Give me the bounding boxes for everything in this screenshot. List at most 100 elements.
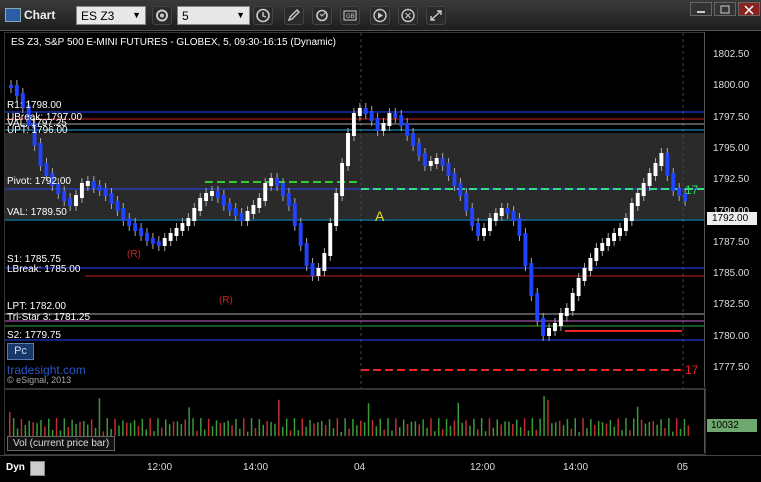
dyn-label[interactable]: Dyn — [6, 462, 25, 473]
candle-body — [588, 258, 593, 271]
pencil-draw-icon[interactable] — [284, 6, 304, 25]
volume-bar — [465, 420, 467, 436]
candle-body — [422, 153, 427, 166]
minimize-button[interactable] — [690, 2, 712, 16]
candle-body — [150, 238, 155, 244]
volume-bar — [223, 422, 225, 436]
pc-badge[interactable]: Pc — [7, 343, 34, 360]
volume-bar — [672, 431, 674, 436]
maximize-button[interactable] — [714, 2, 736, 16]
volume-bar — [118, 425, 120, 436]
volume-bar — [473, 418, 475, 436]
volume-bar — [24, 425, 27, 436]
window-title: Chart — [24, 8, 56, 22]
time-axis[interactable]: Dyn 12:00 14:00 04 12:00 14:00 05 — [0, 455, 761, 482]
volume-bar — [20, 419, 23, 436]
candle-body — [68, 198, 73, 206]
volume-pane[interactable]: Vol (current price bar) — [4, 389, 706, 455]
volume-bar — [231, 425, 233, 436]
volume-bar — [176, 421, 179, 436]
candle-body — [121, 208, 126, 221]
candle-body — [517, 218, 522, 236]
volume-bar — [215, 420, 218, 436]
close-button[interactable] — [738, 2, 760, 16]
volume-bar — [153, 431, 155, 436]
volume-bar — [129, 422, 132, 436]
volume-bar — [406, 423, 409, 436]
volume-bar — [157, 418, 159, 436]
candle-body — [452, 173, 457, 186]
data-window-icon[interactable]: GB — [340, 6, 360, 25]
volume-bar — [340, 431, 342, 436]
candle-body — [127, 218, 132, 226]
candle-body — [641, 183, 646, 196]
volume-bar — [586, 428, 588, 436]
volume-bar — [453, 420, 456, 436]
candle-body — [677, 188, 682, 196]
candle-body — [612, 233, 617, 241]
symbol-input[interactable]: ES Z3 ▼ — [76, 6, 146, 25]
volume-bar — [301, 418, 303, 436]
volume-bar — [274, 423, 276, 436]
interval-input[interactable]: 5 ▼ — [177, 6, 250, 25]
volume-bar — [141, 418, 144, 436]
candle-body — [38, 143, 43, 166]
candle-body — [292, 203, 297, 226]
lbreak-label: LBreak: 1785.00 — [7, 264, 81, 275]
volume-bar — [324, 424, 327, 436]
volume-bar — [644, 423, 647, 436]
volume-bar — [363, 422, 366, 436]
candle-body — [381, 123, 386, 131]
volume-bar — [543, 396, 545, 436]
candle-body — [103, 188, 108, 196]
volume-bar — [371, 420, 374, 436]
candle-body — [405, 123, 410, 136]
volume-bar — [539, 418, 541, 436]
close-circle-icon[interactable] — [398, 6, 418, 25]
clock-icon[interactable] — [253, 6, 273, 25]
volume-bar — [309, 419, 311, 436]
volume-bar — [496, 419, 498, 436]
pivot-label: Pivot: 1792.00 — [7, 176, 71, 187]
volume-bar — [469, 425, 471, 436]
volume-bar — [445, 418, 448, 436]
volume-bar — [192, 418, 194, 436]
candle-body — [369, 111, 374, 121]
volume-bar — [28, 420, 30, 436]
volume-bar — [9, 412, 11, 436]
volume-label: Vol (current price bar) — [7, 436, 116, 451]
volume-bar — [40, 419, 42, 436]
volume-bar — [477, 429, 479, 436]
candle-body — [281, 183, 285, 196]
volume-bar — [578, 431, 580, 436]
volume-bar — [660, 419, 662, 436]
volume-bar — [180, 424, 183, 436]
candle-body — [428, 161, 433, 166]
chevron-down-icon[interactable]: ▼ — [236, 10, 245, 20]
candle-body — [186, 218, 191, 226]
time-label: 12:00 — [147, 462, 173, 473]
volume-bar — [122, 420, 124, 436]
candle-body — [263, 183, 268, 201]
price-chart[interactable]: ES Z3, S&P 500 E-MINI FUTURES - GLOBEX, … — [4, 32, 706, 389]
settings-gear-icon[interactable] — [152, 6, 172, 25]
volume-bar — [55, 418, 58, 436]
chevron-down-icon[interactable]: ▼ — [132, 10, 141, 20]
volume-bar — [492, 427, 495, 436]
link-icon[interactable] — [426, 6, 446, 25]
refresh-icon[interactable] — [312, 6, 332, 25]
zoom-icon[interactable] — [30, 461, 45, 476]
volume-bar — [414, 421, 417, 436]
price-tick-label: 1780.00 — [713, 330, 750, 342]
candle-body — [600, 243, 605, 251]
price-axis[interactable]: 1802.50 1800.00 1797.50 1795.00 1792.50 1790.… — [704, 32, 761, 387]
play-icon[interactable] — [370, 6, 390, 25]
volume-bar — [613, 426, 615, 436]
price-chart-canvas[interactable] — [5, 33, 705, 388]
candle-body — [174, 228, 179, 236]
candle-body — [310, 263, 315, 276]
volume-bar — [594, 424, 596, 436]
volume-bar — [426, 427, 428, 436]
candle-body — [659, 153, 664, 166]
volume-bar — [668, 418, 670, 436]
